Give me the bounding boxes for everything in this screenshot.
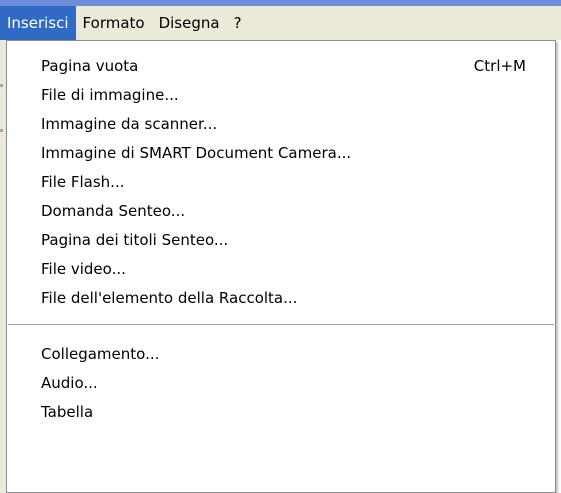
menu-separator bbox=[8, 324, 554, 325]
menu-item-domanda-senteo[interactable]: Domanda Senteo... bbox=[7, 196, 555, 225]
menu-item-label: Collegamento... bbox=[41, 344, 160, 363]
edge-mark bbox=[0, 84, 3, 87]
menu-item-label: Pagina dei titoli Senteo... bbox=[41, 230, 229, 249]
menu-item-label: Tabella bbox=[41, 402, 94, 421]
menu-item-label: File di immagine... bbox=[41, 85, 179, 104]
menu-item-smart-document-camera[interactable]: Immagine di SMART Document Camera... bbox=[7, 138, 555, 167]
menu-item-file-di-immagine[interactable]: File di immagine... bbox=[7, 80, 555, 109]
menu-item-file-flash[interactable]: File Flash... bbox=[7, 167, 555, 196]
menu-item-file-video[interactable]: File video... bbox=[7, 254, 555, 283]
inserisci-dropdown-menu: Pagina vuota Ctrl+M File di immagine... … bbox=[6, 40, 556, 493]
menu-item-label: Immagine di SMART Document Camera... bbox=[41, 143, 352, 162]
menu-formato[interactable]: Formato bbox=[76, 6, 152, 40]
menu-item-label: File dell'elemento della Raccolta... bbox=[41, 288, 298, 307]
menu-item-label: File Flash... bbox=[41, 172, 125, 191]
menu-item-shortcut: Ctrl+M bbox=[473, 56, 526, 75]
menu-item-pagina-vuota[interactable]: Pagina vuota Ctrl+M bbox=[7, 51, 555, 80]
menu-item-audio[interactable]: Audio... bbox=[7, 368, 555, 397]
menu-item-collegamento[interactable]: Collegamento... bbox=[7, 339, 555, 368]
menu-item-label: Domanda Senteo... bbox=[41, 201, 186, 220]
menu-item-tabella[interactable]: Tabella bbox=[7, 397, 555, 426]
menu-item-elemento-raccolta[interactable]: File dell'elemento della Raccolta... bbox=[7, 283, 555, 312]
menu-item-immagine-da-scanner[interactable]: Immagine da scanner... bbox=[7, 109, 555, 138]
edge-mark bbox=[0, 129, 3, 132]
menu-bar: Inserisci Formato Disegna ? bbox=[0, 6, 561, 40]
menu-help[interactable]: ? bbox=[227, 6, 249, 40]
menu-item-label: Pagina vuota bbox=[41, 56, 139, 75]
menu-item-pagina-titoli-senteo[interactable]: Pagina dei titoli Senteo... bbox=[7, 225, 555, 254]
menu-disegna[interactable]: Disegna bbox=[152, 6, 227, 40]
menu-inserisci[interactable]: Inserisci bbox=[0, 6, 76, 40]
menu-item-label: File video... bbox=[41, 259, 126, 278]
menu-item-label: Immagine da scanner... bbox=[41, 114, 218, 133]
menu-item-label: Audio... bbox=[41, 373, 98, 392]
